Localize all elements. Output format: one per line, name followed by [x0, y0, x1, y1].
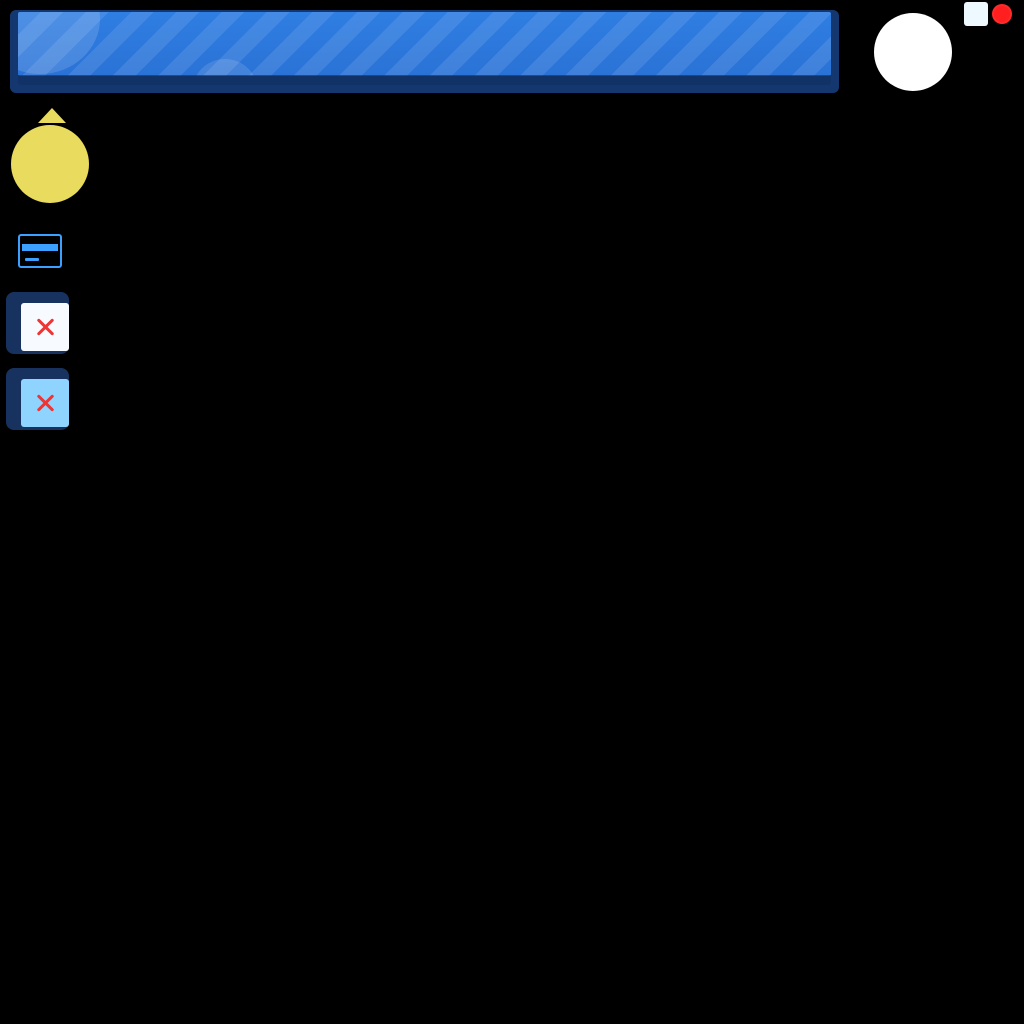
card-icon[interactable]: [18, 234, 62, 268]
game-stage: [0, 0, 1024, 1024]
top-banner: [10, 10, 839, 93]
red-status-dot: [992, 4, 1012, 24]
card-icon-shape: [18, 234, 62, 268]
close-icon: [34, 316, 56, 338]
small-square[interactable]: [964, 2, 988, 26]
tile-blue-close[interactable]: [6, 368, 69, 430]
orb-body: [11, 125, 89, 203]
white-disc[interactable]: [874, 13, 952, 91]
tile-blue-face: [21, 379, 69, 427]
tile-light-face: [21, 303, 69, 351]
yellow-orb[interactable]: [10, 108, 90, 204]
orb-peak: [38, 108, 66, 123]
banner-bottom-edge: [18, 75, 831, 85]
close-icon: [34, 392, 56, 414]
banner-panel: [18, 12, 831, 76]
tile-light-close[interactable]: [6, 292, 69, 354]
